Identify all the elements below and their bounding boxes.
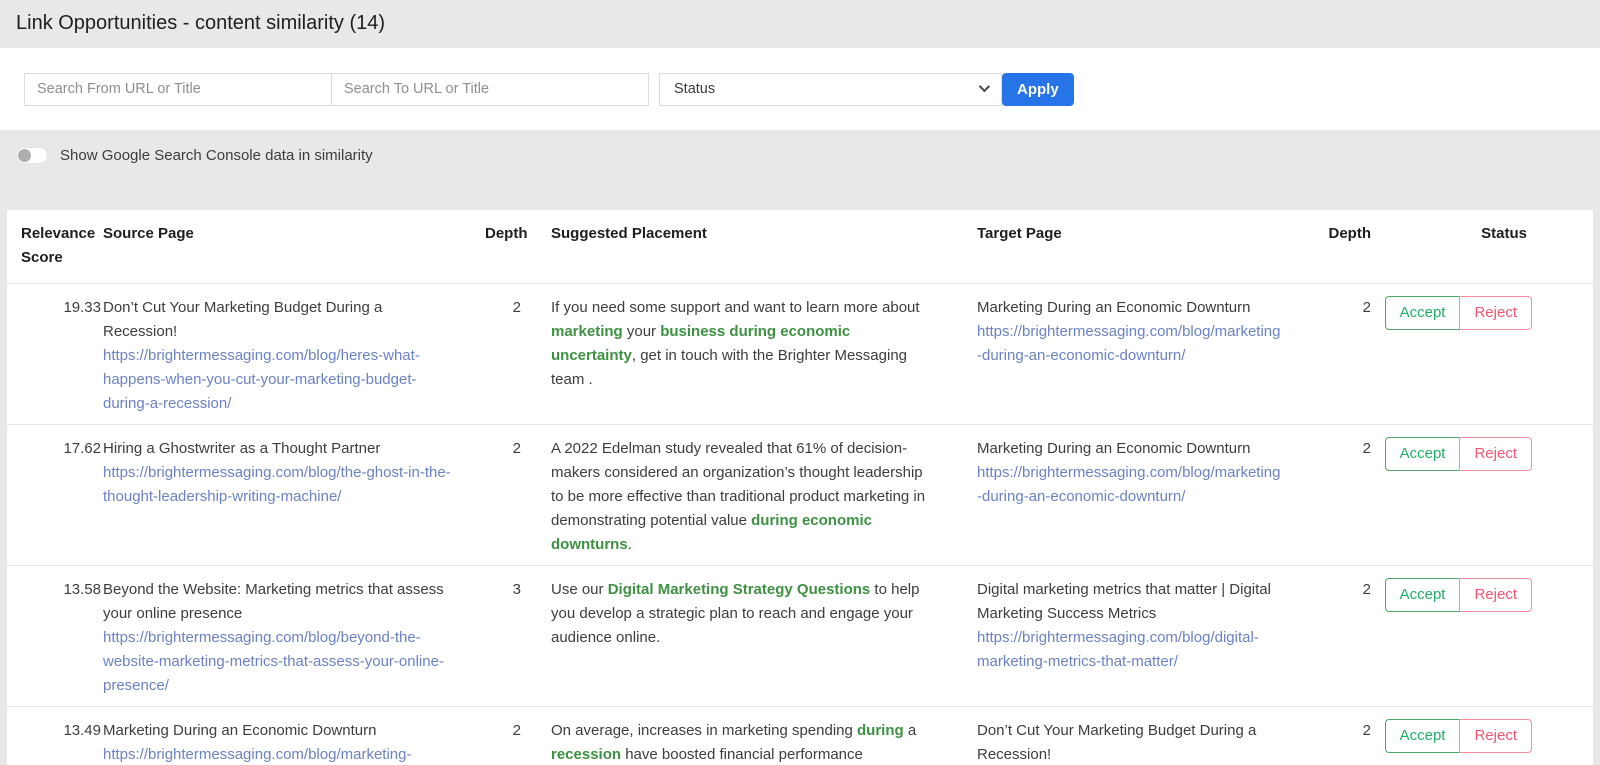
- suggested-placement: If you need some support and want to lea…: [521, 284, 949, 425]
- header-status: Status: [1371, 210, 1593, 284]
- target-page-title: Marketing During an Economic Downturn: [977, 440, 1250, 457]
- relevance-score: 17.62: [7, 425, 103, 566]
- suggested-placement: Use our Digital Marketing Strategy Quest…: [521, 566, 949, 707]
- header-source-page: Source Page: [103, 210, 485, 284]
- status-actions: Accept Reject: [1385, 296, 1532, 330]
- target-page-title: Don’t Cut Your Marketing Budget During a…: [977, 722, 1256, 763]
- status-select[interactable]: Status: [659, 73, 1002, 106]
- table-row: 19.33 Don’t Cut Your Marketing Budget Du…: [7, 284, 1593, 425]
- toggle-knob-icon: [18, 149, 31, 162]
- status-actions: Accept Reject: [1385, 719, 1532, 753]
- apply-button[interactable]: Apply: [1002, 73, 1074, 106]
- source-depth: 3: [485, 566, 521, 707]
- accept-button[interactable]: Accept: [1385, 437, 1461, 471]
- filter-bar: Status Apply: [0, 48, 1600, 130]
- relevance-score: 13.49: [7, 707, 103, 765]
- search-to-input[interactable]: [331, 73, 649, 106]
- target-page-url[interactable]: https://brightermessaging.com/blog/marke…: [977, 320, 1281, 368]
- accept-button[interactable]: Accept: [1385, 578, 1461, 612]
- accept-button[interactable]: Accept: [1385, 719, 1461, 753]
- search-from-input[interactable]: [24, 73, 332, 106]
- header-relevance-score: Relevance Score: [7, 210, 103, 284]
- opportunities-table-card: Relevance Score Source Page Depth Sugges…: [7, 210, 1593, 765]
- table-body: 19.33 Don’t Cut Your Marketing Budget Du…: [7, 284, 1593, 765]
- source-page-url[interactable]: https://brightermessaging.com/blog/beyon…: [103, 626, 451, 698]
- target-depth: 2: [1301, 707, 1371, 765]
- relevance-score: 13.58: [7, 566, 103, 707]
- gsc-toggle-row: Show Google Search Console data in simil…: [16, 146, 1600, 164]
- page-title: Link Opportunities - content similarity …: [0, 0, 1600, 48]
- source-page-title: Don’t Cut Your Marketing Budget During a…: [103, 299, 382, 340]
- reject-button[interactable]: Reject: [1459, 719, 1532, 753]
- target-page-url[interactable]: https://brightermessaging.com/blog/digit…: [977, 626, 1281, 674]
- reject-button[interactable]: Reject: [1459, 296, 1532, 330]
- table-header-row: Relevance Score Source Page Depth Sugges…: [7, 210, 1593, 284]
- table-row: 17.62 Hiring a Ghostwriter as a Thought …: [7, 425, 1593, 566]
- target-page-title: Marketing During an Economic Downturn: [977, 299, 1250, 316]
- status-select-value: Status: [674, 81, 715, 97]
- header-target-page: Target Page: [949, 210, 1301, 284]
- header-source-depth: Depth: [485, 210, 521, 284]
- status-actions: Accept Reject: [1385, 437, 1532, 471]
- source-depth: 2: [485, 284, 521, 425]
- opportunities-table: Relevance Score Source Page Depth Sugges…: [7, 210, 1593, 765]
- target-depth: 2: [1301, 284, 1371, 425]
- accept-button[interactable]: Accept: [1385, 296, 1461, 330]
- gsc-toggle-label: Show Google Search Console data in simil…: [60, 147, 373, 164]
- header-target-depth: Depth: [1301, 210, 1371, 284]
- status-actions: Accept Reject: [1385, 578, 1532, 612]
- target-page-url[interactable]: https://brightermessaging.com/blog/marke…: [977, 461, 1281, 509]
- chevron-down-icon: [979, 80, 990, 91]
- relevance-score: 19.33: [7, 284, 103, 425]
- gsc-toggle[interactable]: [16, 147, 48, 164]
- source-page-url[interactable]: https://brightermessaging.com/blog/marke…: [103, 743, 451, 765]
- header-suggested-placement: Suggested Placement: [521, 210, 949, 284]
- target-depth: 2: [1301, 425, 1371, 566]
- suggested-placement: A 2022 Edelman study revealed that 61% o…: [521, 425, 949, 566]
- suggested-placement: On average, increases in marketing spend…: [521, 707, 949, 765]
- source-page-title: Beyond the Website: Marketing metrics th…: [103, 581, 444, 622]
- reject-button[interactable]: Reject: [1459, 578, 1532, 612]
- source-depth: 2: [485, 707, 521, 765]
- table-row: 13.58 Beyond the Website: Marketing metr…: [7, 566, 1593, 707]
- source-page-title: Hiring a Ghostwriter as a Thought Partne…: [103, 440, 380, 457]
- table-row: 13.49 Marketing During an Economic Downt…: [7, 707, 1593, 765]
- target-depth: 2: [1301, 566, 1371, 707]
- source-page-title: Marketing During an Economic Downturn: [103, 722, 376, 739]
- source-depth: 2: [485, 425, 521, 566]
- source-page-url[interactable]: https://brightermessaging.com/blog/heres…: [103, 344, 451, 416]
- target-page-title: Digital marketing metrics that matter | …: [977, 581, 1271, 622]
- reject-button[interactable]: Reject: [1459, 437, 1532, 471]
- source-page-url[interactable]: https://brightermessaging.com/blog/the-g…: [103, 461, 451, 509]
